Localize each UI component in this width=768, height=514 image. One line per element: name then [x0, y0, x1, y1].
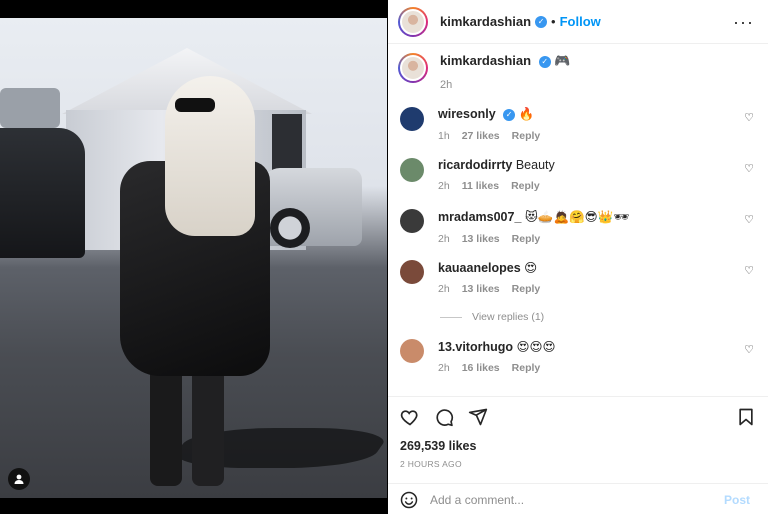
person — [120, 76, 280, 498]
post-details-panel: kimkardashian ✓ • Follow ··· kimkardashi… — [388, 0, 768, 514]
comment-likes[interactable]: 16 likes — [462, 362, 500, 374]
like-comment-heart-icon[interactable]: ♡ — [744, 111, 754, 124]
comment-username[interactable]: kauaanelopes — [438, 261, 521, 275]
comment-time: 2h — [438, 180, 450, 192]
divider — [440, 316, 462, 318]
avatar[interactable] — [400, 260, 424, 284]
comment-time: 2h — [438, 362, 450, 374]
comment-icon[interactable] — [434, 407, 454, 427]
comment-time: 2h — [438, 233, 450, 245]
comment-time: 2h — [438, 283, 450, 295]
like-comment-heart-icon[interactable]: ♡ — [744, 343, 754, 356]
likes-count[interactable]: 269,539 likes — [400, 439, 476, 453]
reply-button[interactable]: Reply — [512, 283, 541, 295]
comment-username[interactable]: 13.vitorhugo — [438, 340, 513, 354]
avatar[interactable] — [400, 158, 424, 182]
comment-username[interactable]: wiresonly — [438, 107, 496, 121]
reply-button[interactable]: Reply — [512, 233, 541, 245]
header-username[interactable]: kimkardashian — [440, 14, 531, 29]
save-bookmark-icon[interactable] — [736, 407, 756, 427]
sunglasses — [175, 98, 215, 112]
caption: kimkardashian ✓ 🎮 2h — [398, 53, 570, 91]
reply-button[interactable]: Reply — [512, 362, 541, 374]
separator: • — [551, 14, 556, 29]
comment-likes[interactable]: 13 likes — [462, 233, 500, 245]
like-comment-heart-icon[interactable]: ♡ — [744, 264, 754, 277]
comment-username[interactable]: ricardodirrty — [438, 158, 512, 172]
avatar[interactable] — [398, 53, 428, 83]
post-time: 2 HOURS AGO — [400, 459, 462, 469]
more-options-icon[interactable]: ··· — [733, 12, 754, 33]
caption-text: 🎮 — [554, 53, 571, 68]
comment-text: 😍 — [524, 261, 538, 275]
add-comment-bar: Post — [388, 483, 768, 514]
avatar[interactable] — [400, 339, 424, 363]
comment-text: 🔥 — [518, 107, 535, 121]
like-comment-heart-icon[interactable]: ♡ — [744, 162, 754, 175]
comment-time: 1h — [438, 130, 450, 142]
verified-badge-icon: ✓ — [503, 108, 516, 121]
tagged-user-icon[interactable] — [8, 468, 30, 490]
comment-likes[interactable]: 11 likes — [462, 180, 499, 192]
post-button[interactable]: Post — [724, 493, 750, 507]
post-header: kimkardashian ✓ • Follow ··· — [388, 0, 768, 44]
black-suv — [0, 128, 85, 258]
comment-item: kauaanelopes 😍 2h 13 likes Reply ♡ — [400, 260, 760, 300]
view-replies-label: View replies (1) — [472, 311, 545, 323]
comment-item: mradams007_ 😻🥧🙇🤗😎👑🕶 2h 13 likes Reply ♡ — [400, 209, 760, 249]
emoji-icon[interactable] — [400, 491, 418, 509]
comment-username[interactable]: mradams007_ — [438, 210, 521, 224]
comment-item: ricardodirrty Beauty 2h 11 likes Reply ♡ — [400, 158, 760, 198]
comments-list[interactable]: kimkardashian ✓ 🎮 2h wiresonly ✓ 🔥 1h 27 … — [388, 45, 768, 395]
post-actions: 269,539 likes 2 HOURS AGO Post — [388, 396, 768, 514]
background-car — [0, 88, 60, 128]
comment-text: 😻🥧🙇🤗😎👑🕶 — [524, 210, 630, 224]
caption-time: 2h — [440, 79, 453, 91]
comment-likes[interactable]: 13 likes — [462, 283, 500, 295]
reply-button[interactable]: Reply — [511, 180, 540, 192]
verified-badge-icon: ✓ — [538, 55, 551, 68]
avatar[interactable] — [400, 209, 424, 233]
reply-button[interactable]: Reply — [512, 130, 541, 142]
avatar[interactable] — [398, 6, 428, 37]
avatar[interactable] — [400, 107, 424, 131]
verified-badge-icon: ✓ — [535, 15, 548, 28]
follow-button[interactable]: Follow — [560, 14, 601, 29]
comment-text: 😍😍😍 — [516, 340, 556, 354]
like-comment-heart-icon[interactable]: ♡ — [744, 213, 754, 226]
comment-likes[interactable]: 27 likes — [462, 130, 500, 142]
post-photo[interactable] — [0, 18, 387, 498]
comment-input[interactable] — [430, 490, 710, 510]
view-replies-button[interactable]: View replies (1) — [440, 311, 544, 323]
share-icon[interactable] — [468, 407, 488, 427]
caption-username[interactable]: kimkardashian — [440, 53, 531, 68]
comment-item: wiresonly ✓ 🔥 1h 27 likes Reply ♡ — [400, 107, 760, 147]
comment-item: 13.vitorhugo 😍😍😍 2h 16 likes Reply ♡ — [400, 339, 760, 379]
comment-text: Beauty — [515, 158, 555, 172]
like-heart-icon[interactable] — [400, 407, 420, 427]
